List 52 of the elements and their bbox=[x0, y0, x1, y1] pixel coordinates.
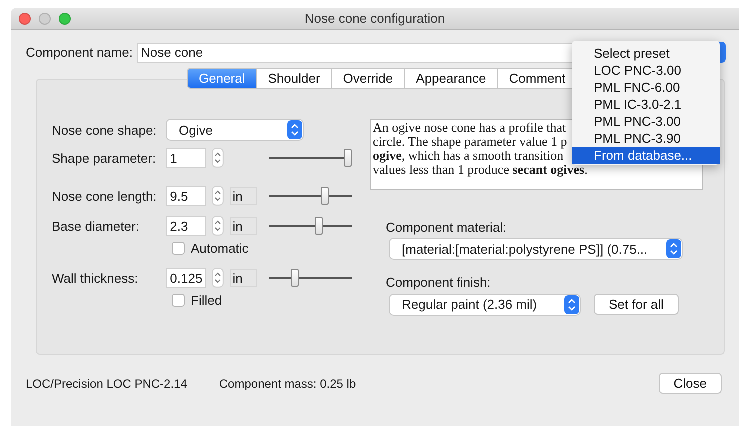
slider-thumb[interactable] bbox=[291, 269, 300, 287]
tab[interactable]: Override bbox=[332, 68, 406, 89]
description-text: circle. The shape parameter value 1 p bbox=[373, 135, 568, 149]
window-title: Nose cone configuration bbox=[304, 11, 446, 26]
number-field[interactable]: 9.5 bbox=[166, 186, 206, 206]
description-text: An ogive nose cone has a profile that bbox=[373, 121, 566, 135]
component-mass: Component mass: 0.25 lb bbox=[219, 376, 356, 390]
select-arrows-icon[interactable] bbox=[666, 239, 682, 259]
checkbox-label: Filled bbox=[191, 292, 222, 308]
checkbox-label: Automatic bbox=[191, 240, 249, 256]
close-button[interactable]: Close bbox=[658, 373, 722, 394]
material-select[interactable]: [material:[material:polystyrene PS]] (0.75... bbox=[390, 239, 682, 259]
set-for-all-button[interactable]: Set for all bbox=[594, 294, 679, 315]
description-text: values less than 1 produce secant ogives. bbox=[373, 163, 588, 177]
shape-select[interactable]: Ogive bbox=[167, 120, 303, 140]
close-window-icon[interactable] bbox=[19, 12, 31, 24]
unit-field[interactable]: in bbox=[230, 187, 257, 205]
tab[interactable]: Appearance bbox=[405, 68, 498, 89]
slider-thumb[interactable] bbox=[321, 187, 330, 205]
description-text: ogive, which has a smooth transition bbox=[373, 149, 564, 163]
number-field[interactable]: 1 bbox=[166, 148, 206, 168]
preset-name: LOC/Precision LOC PNC-2.14 bbox=[26, 376, 188, 390]
tab[interactable]: Shoulder bbox=[257, 68, 332, 89]
select-arrows-icon[interactable] bbox=[287, 120, 303, 140]
field-label: Component finish: bbox=[386, 275, 492, 290]
number-field[interactable]: 2.3 bbox=[166, 216, 206, 236]
menu-item[interactable]: PML PNC-3.90 bbox=[572, 130, 720, 147]
menu-item[interactable]: From database... bbox=[572, 147, 720, 164]
field-label: Wall thickness: bbox=[52, 270, 140, 286]
tab[interactable]: General bbox=[187, 68, 258, 89]
menu-item[interactable]: PML PNC-3.00 bbox=[572, 113, 720, 130]
select-arrows-icon[interactable] bbox=[564, 294, 580, 314]
unit-field[interactable]: in bbox=[230, 217, 257, 235]
field-label: Base diameter: bbox=[52, 218, 140, 234]
spinner-arrows[interactable] bbox=[212, 268, 224, 288]
field-label: Shape parameter: bbox=[52, 150, 158, 166]
spinner-arrows[interactable] bbox=[212, 216, 224, 236]
spinner-arrows[interactable] bbox=[212, 148, 224, 168]
unit-field[interactable]: in bbox=[230, 269, 257, 287]
checkbox[interactable] bbox=[172, 242, 185, 254]
zoom-icon[interactable] bbox=[59, 12, 71, 24]
spinner-arrows[interactable] bbox=[212, 186, 224, 206]
field-label: Nose cone length: bbox=[52, 188, 158, 204]
slider-thumb[interactable] bbox=[344, 149, 352, 167]
checkbox[interactable] bbox=[172, 294, 185, 306]
field-label: Nose cone shape: bbox=[52, 122, 158, 138]
number-field[interactable]: 0.125 bbox=[166, 268, 206, 288]
menu-item[interactable]: PML IC-3.0-2.1 bbox=[572, 96, 720, 113]
field-label: Component name: bbox=[26, 45, 133, 60]
slider-thumb[interactable] bbox=[315, 217, 324, 235]
field-label: Component material: bbox=[386, 220, 508, 235]
finish-select[interactable]: Regular paint (2.36 mil) bbox=[390, 294, 580, 314]
